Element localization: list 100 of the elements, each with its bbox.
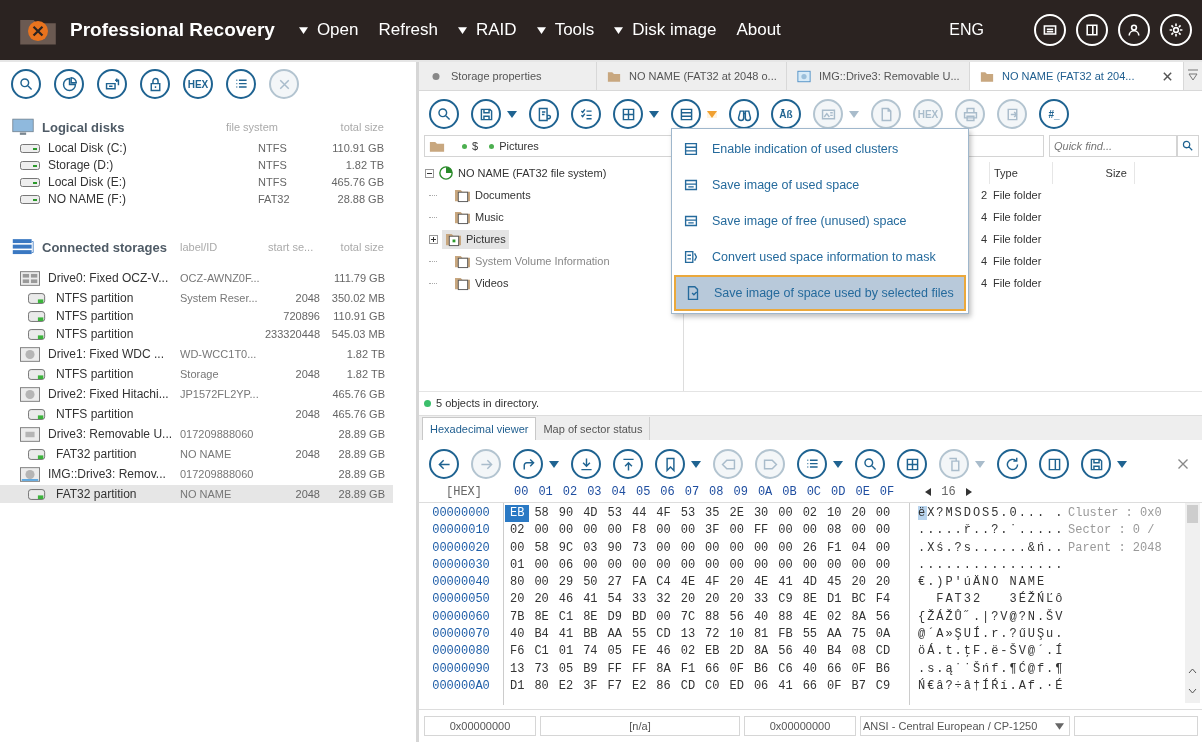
hex-byte: 08 — [850, 643, 867, 661]
hex-byte: 00 — [679, 556, 697, 574]
menu-item[interactable]: Tools — [536, 20, 595, 40]
hex-byte: 00 — [704, 539, 721, 557]
quick-find-field[interactable]: Quick find... — [1049, 135, 1177, 157]
disk-name[interactable]: Local Disk (E:) — [48, 174, 238, 189]
hex-byte: 05 — [606, 643, 623, 661]
hex-byte: 20 — [850, 574, 867, 592]
text-line: {ŽÁŽŮ˝.|?V@?N.ŠV — [918, 608, 1066, 626]
tree-item[interactable]: System Volume Information — [451, 251, 613, 271]
encoding-select[interactable]: ANSI - Central European / CP-1250 — [860, 716, 1070, 736]
hex-byte: 10 — [728, 626, 745, 644]
hex-byte: 08 — [826, 522, 843, 540]
offset: 00000010 — [432, 522, 490, 540]
document-tab[interactable]: NO NAME (FAT32 at 2048 o... — [597, 62, 787, 90]
menu-item[interactable]: Disk image — [614, 20, 717, 40]
hex-byte: EB — [505, 505, 530, 523]
hex-byte: B9 — [582, 660, 599, 678]
tree-item[interactable]: NO NAME (FAT32 file system) — [458, 167, 607, 179]
storage-row[interactable]: Drive0: Fixed OCZ-V... OCZ-AWNZ0F... 111.79 GB — [0, 267, 393, 289]
hex-button[interactable]: HEX — [183, 69, 213, 99]
storage-row[interactable]: Drive1: Fixed WDC ... WD-WCC1T0... 1.82 TB — [0, 343, 393, 365]
storage-row[interactable]: Drive2: Fixed Hitachi... JP1572FL2YP... 465.76 GB — [0, 383, 393, 405]
hash-button[interactable]: #_ — [1039, 99, 1069, 129]
hex-byte: 00 — [777, 556, 794, 574]
total-size: 28.89 GB — [337, 448, 385, 460]
hex-byte: 02 — [826, 608, 843, 626]
viewer-tab[interactable]: Map of sector status — [536, 417, 651, 440]
hex-byte: F7 — [606, 677, 623, 695]
table-cell-text: File folder — [992, 211, 1043, 223]
storage-row[interactable]: Drive3: Removable U... 017209888060 28.89 GB — [0, 423, 393, 445]
menu-item[interactable]: Refresh — [378, 20, 438, 40]
partition-row[interactable]: NTFS partition Storage 2048 1.82 TB — [0, 365, 393, 383]
partition-row[interactable]: FAT32 partition NO NAME 2048 28.89 GB — [0, 445, 393, 463]
tree-item[interactable]: Videos — [451, 273, 512, 293]
hex-byte: FA — [630, 574, 648, 592]
hex-byte: 00 — [655, 522, 672, 540]
menu-item[interactable]: Save image of used space — [674, 167, 966, 203]
hex-byte: 26 — [801, 539, 819, 557]
hex-byte: 00 — [679, 539, 697, 557]
menu-item[interactable]: Save image of space used by selected files — [674, 275, 966, 311]
hex-byte: 8A — [752, 643, 770, 661]
document-tab[interactable]: Storage properties — [419, 62, 597, 90]
document-tab[interactable]: NO NAME (FAT32 at 204... — [970, 62, 1184, 90]
storage-row[interactable]: IMG::Drive3: Remov... 017209888060 28.89 GB — [0, 463, 393, 485]
menu-item[interactable]: Open — [298, 20, 359, 40]
partition-row[interactable]: NTFS partition 2048 465.76 GB — [0, 405, 393, 423]
hex-byte: B4 — [533, 626, 550, 644]
text-button[interactable]: Āß — [771, 99, 801, 129]
hex-byte: D1 — [509, 677, 526, 695]
hex-byte: 00 — [557, 522, 575, 540]
hex-byte: FB — [777, 626, 794, 644]
total-size: 1.82 TB — [345, 348, 385, 360]
column-header: 00 — [513, 485, 530, 499]
hex-byte: BD — [630, 608, 648, 626]
column-header: total size — [340, 241, 384, 253]
column-header: 0E — [854, 485, 871, 499]
column-header: 08 — [708, 485, 725, 499]
tree-item[interactable]: Music — [451, 207, 507, 227]
menu-item[interactable]: Convert used space information to mask — [674, 239, 966, 275]
partition-row[interactable]: FAT32 partition NO NAME 2048 28.89 GB — [0, 485, 393, 503]
hex-byte: 66 — [826, 660, 843, 678]
menu-item[interactable]: RAID — [458, 20, 517, 40]
path-segment[interactable]: $ — [472, 140, 479, 152]
tree-item[interactable]: Documents — [451, 185, 534, 205]
hex-byte: F1 — [826, 539, 843, 557]
tree-item[interactable]: Pictures — [442, 229, 509, 249]
partition-row[interactable]: NTFS partition System Reser... 2048 350.02 MB — [0, 289, 393, 307]
text-line: ................ — [918, 556, 1066, 574]
hex-byte: 41 — [557, 626, 575, 644]
hex-byte: 4F — [704, 574, 721, 592]
total-size: 465.76 GB — [330, 175, 384, 188]
offset: 00000060 — [432, 608, 490, 626]
hex-byte: 00 — [533, 556, 550, 574]
menu-item[interactable]: Enable indication of used clusters — [674, 131, 966, 167]
viewer-tab[interactable]: Hexadecimal viewer — [422, 417, 537, 440]
hex-byte: 00 — [655, 556, 672, 574]
disk-name[interactable]: Local Disk (C:) — [48, 140, 238, 155]
hex-byte: 86 — [655, 677, 672, 695]
partition-row[interactable]: NTFS partition 233320448 545.03 MB — [0, 325, 393, 343]
column-header[interactable]: Type — [989, 162, 1052, 184]
partition-row[interactable]: NTFS partition 720896 110.91 GB — [0, 307, 393, 325]
hex-byte: 7B — [509, 608, 526, 626]
menu-item[interactable]: Save image of free (unused) space — [674, 203, 966, 239]
hex-byte: 4D — [801, 574, 819, 592]
language-button[interactable]: ENG — [949, 21, 984, 39]
column-header[interactable]: Size — [1052, 162, 1135, 184]
offset: 00000020 — [432, 539, 490, 557]
hex-byte: E2 — [557, 677, 575, 695]
hex-byte: D1 — [826, 591, 843, 609]
hex-byte: 00 — [728, 556, 745, 574]
disk-name[interactable]: Storage (D:) — [48, 157, 238, 172]
disk-name[interactable]: NO NAME (F:) — [48, 191, 238, 206]
menu-item[interactable]: About — [736, 20, 781, 40]
hex-byte: F1 — [679, 660, 697, 678]
row-width: 16 — [941, 485, 956, 499]
hex-byte: 05 — [557, 660, 575, 678]
hex-byte: 41 — [777, 677, 794, 695]
status-field: 0x00000000 — [424, 716, 536, 736]
path-segment[interactable]: Pictures — [499, 140, 539, 152]
